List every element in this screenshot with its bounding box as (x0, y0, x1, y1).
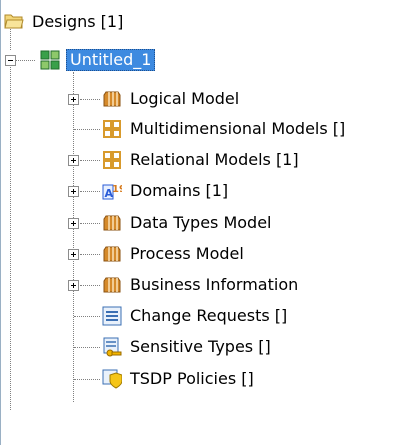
tree-item-relational-models[interactable]: Relational Models [1] (102, 146, 301, 174)
item-label: Multidimensional Models [] (130, 119, 346, 138)
item-label: Logical Model (130, 89, 240, 108)
change-requests-icon (102, 306, 122, 326)
item-label: Relational Models [1] (130, 150, 299, 169)
item-label: TSDP Policies [] (130, 369, 254, 388)
tree-line-item (74, 379, 100, 380)
item-label: Business Information (130, 275, 299, 294)
tree-item-data-types-model[interactable]: Data Types Model (102, 209, 274, 237)
expand-business-information-toggle[interactable] (68, 280, 79, 291)
model-cube-icon (102, 275, 122, 295)
tree-line-item (80, 191, 100, 192)
tsdp-policies-icon (102, 369, 122, 389)
model-cube-icon (102, 213, 122, 233)
item-label: Sensitive Types [] (130, 337, 271, 356)
expand-process-model-toggle[interactable] (68, 249, 79, 260)
tree-line-item (80, 99, 100, 100)
tree-item-multidimensional-models[interactable]: Multidimensional Models [] (102, 115, 347, 143)
grid-models-icon (102, 119, 122, 139)
design-icon (40, 50, 60, 70)
item-label: Change Requests [] (130, 306, 288, 325)
tree-item-change-requests[interactable]: Change Requests [] (102, 302, 289, 330)
tree-item-logical-model[interactable]: Logical Model (102, 85, 241, 113)
expand-data-types-model-toggle[interactable] (68, 218, 79, 229)
model-cube-icon (102, 89, 122, 109)
tree-root-label: Designs [1] (32, 12, 124, 31)
panel-left-border (0, 0, 1, 445)
domains-icon: A 19 (102, 181, 122, 201)
tree-item-sensitive-types[interactable]: Sensitive Types [] (102, 333, 273, 361)
expand-domains-toggle[interactable] (68, 186, 79, 197)
tree-line-item (80, 254, 100, 255)
collapse-design-toggle[interactable] (5, 55, 16, 66)
tree-item-tsdp-policies[interactable]: TSDP Policies [] (102, 365, 256, 393)
tree-line-children (10, 60, 11, 410)
item-label: Domains [1] (130, 181, 229, 200)
folder-open-icon (4, 12, 24, 32)
tree-line-item (80, 160, 100, 161)
tree-line-design (15, 60, 35, 61)
tree-item-design[interactable]: Untitled_1 (40, 46, 156, 74)
tree-line-item (74, 347, 100, 348)
model-cube-icon (102, 244, 122, 264)
grid-models-icon (102, 150, 122, 170)
svg-text:19: 19 (112, 184, 122, 195)
tree-item-process-model[interactable]: Process Model (102, 240, 246, 268)
design-label: Untitled_1 (66, 49, 156, 71)
tree-line-item (74, 316, 100, 317)
sensitive-types-icon (102, 337, 122, 357)
tree-root-designs[interactable]: Designs [1] (4, 8, 125, 36)
item-label: Data Types Model (130, 213, 272, 232)
expand-logical-model-toggle[interactable] (68, 94, 79, 105)
item-label: Process Model (130, 244, 244, 263)
expand-relational-models-toggle[interactable] (68, 155, 79, 166)
tree-line-item (80, 285, 100, 286)
tree-line-item (80, 223, 100, 224)
tree-item-business-information[interactable]: Business Information (102, 271, 300, 299)
tree-line-design-children (73, 72, 74, 402)
tree-line-item (74, 129, 100, 130)
tree-item-domains[interactable]: A 19 Domains [1] (102, 177, 230, 205)
